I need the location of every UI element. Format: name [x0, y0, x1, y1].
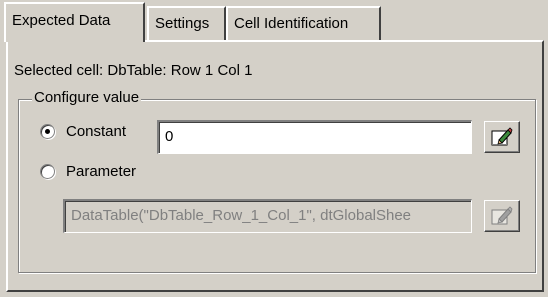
dialog-panel: Expected Data Settings Cell Identificati…: [0, 0, 548, 297]
selected-cell-label: Selected cell: DbTable: Row 1 Col 1: [14, 62, 253, 79]
constant-radio-label: Constant: [66, 123, 127, 140]
tab-strip: Expected Data Settings Cell Identificati…: [0, 0, 548, 42]
parameter-radio-label: Parameter: [66, 163, 137, 180]
radio-selected-dot: [45, 129, 50, 134]
constant-value-input[interactable]: 0: [157, 120, 472, 154]
tab-settings-label: Settings: [155, 15, 210, 32]
configure-value-legend: Configure value: [32, 89, 142, 106]
tab-settings[interactable]: Settings: [147, 6, 226, 40]
tab-cell-identification[interactable]: Cell Identification: [226, 6, 381, 40]
pencil-edit-icon: [491, 206, 513, 225]
constant-edit-button[interactable]: [484, 121, 520, 153]
constant-radio-row[interactable]: Constant: [40, 123, 126, 140]
tab-cell-identification-label: Cell Identification: [234, 15, 349, 32]
parameter-radio[interactable]: [40, 164, 55, 179]
constant-radio[interactable]: [40, 124, 55, 139]
pencil-edit-icon: [491, 127, 513, 146]
parameter-value-input[interactable]: DataTable("DbTable_Row_1_Col_1", dtGloba…: [63, 199, 472, 233]
tab-expected-data[interactable]: Expected Data: [4, 2, 145, 42]
parameter-edit-button[interactable]: [484, 200, 520, 232]
parameter-radio-row[interactable]: Parameter: [40, 163, 136, 180]
tab-expected-data-label: Expected Data: [12, 12, 111, 29]
